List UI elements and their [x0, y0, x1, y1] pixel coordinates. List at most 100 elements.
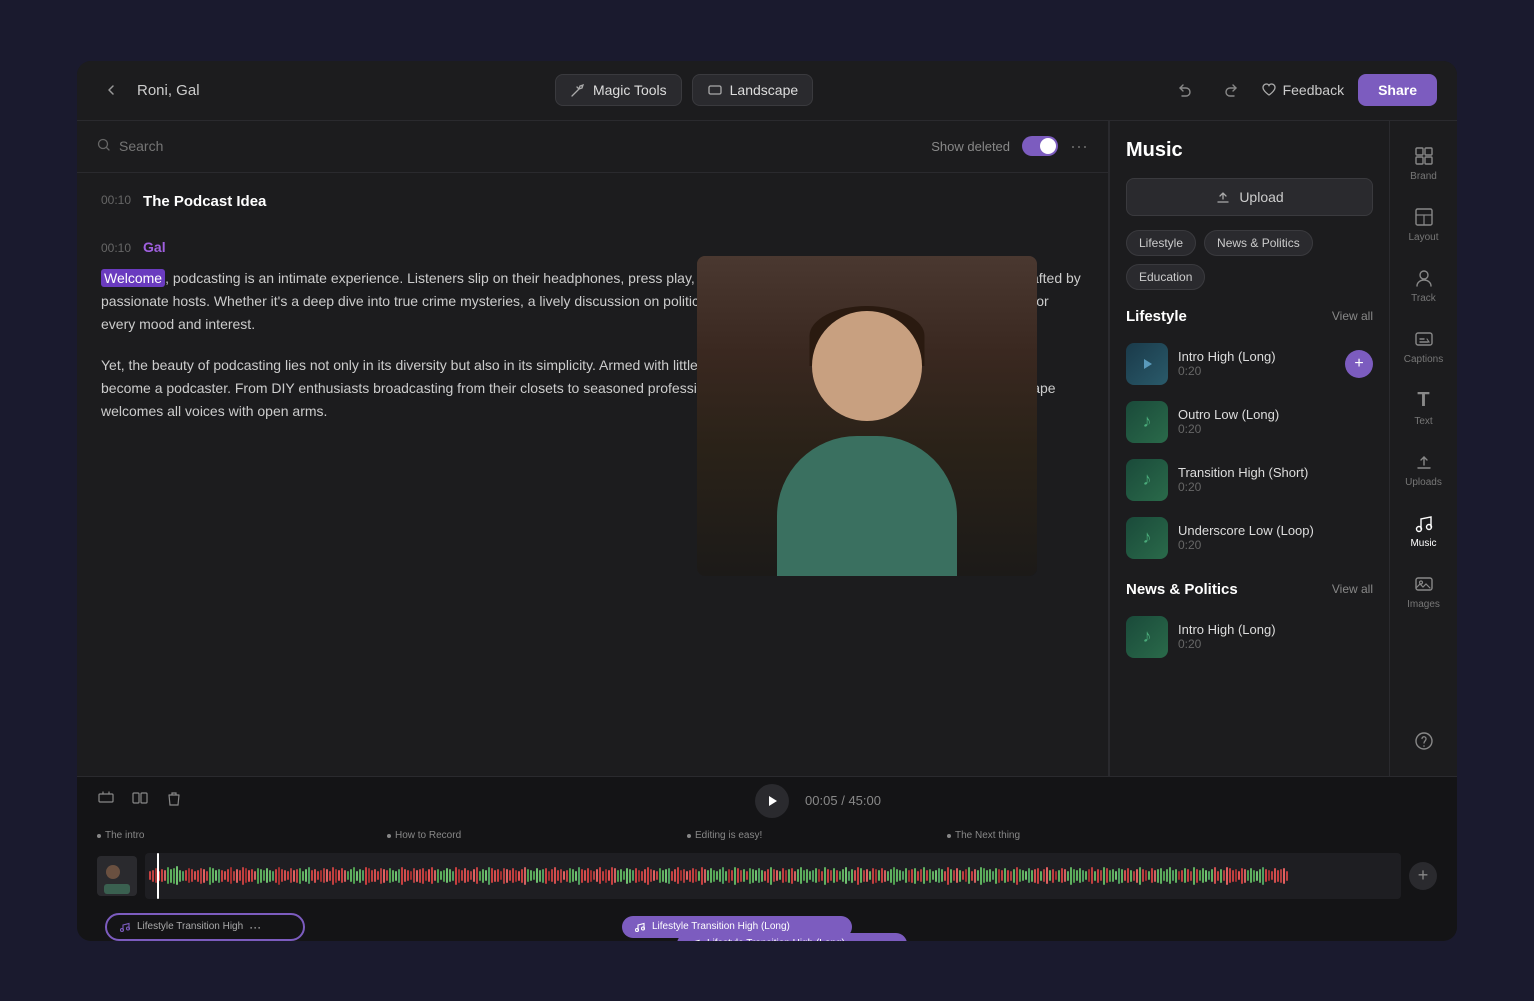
- layout-label: Layout: [1408, 232, 1438, 243]
- text-label: Text: [1414, 416, 1432, 427]
- chip-filled-2-label: Lifestyle Transition High (Long): [707, 938, 845, 941]
- news-view-all-button[interactable]: View all: [1332, 582, 1373, 596]
- share-label: Share: [1378, 82, 1417, 98]
- music-chip-filled-2[interactable]: Lifestyle Transition High (Long): [677, 933, 907, 941]
- sidebar-item-images[interactable]: Images: [1396, 563, 1452, 620]
- redo-button[interactable]: [1215, 74, 1247, 106]
- add-track-1-button[interactable]: +: [1345, 350, 1373, 378]
- chapter-label-2: Editing is easy!: [695, 830, 762, 841]
- music-track-1[interactable]: Intro High (Long) 0:20 +: [1126, 335, 1373, 393]
- track-duration-news-1: 0:20: [1178, 637, 1373, 651]
- feedback-button[interactable]: Feedback: [1261, 82, 1344, 98]
- chapter-dot-1: [387, 834, 391, 838]
- waveform-canvas[interactable]: (function(){ const colors = ['#c84040','…: [145, 853, 1401, 899]
- uploads-label: Uploads: [1405, 477, 1442, 488]
- show-deleted-toggle[interactable]: [1022, 136, 1058, 156]
- transcript-toolbar: Show deleted ···: [77, 121, 1108, 173]
- music-note-icon-2: ♪: [1143, 411, 1152, 432]
- chapter-marker-2: Editing is easy!: [687, 830, 762, 841]
- lifestyle-view-all-button[interactable]: View all: [1332, 309, 1373, 323]
- current-time: 00:05: [805, 793, 838, 808]
- sidebar-item-help[interactable]: [1396, 720, 1452, 762]
- undo-button[interactable]: [1169, 74, 1201, 106]
- music-note-icon-4: ♪: [1143, 527, 1152, 548]
- timeline-area: 00:05 / 45:00 The intro How to Record Ed…: [77, 776, 1457, 941]
- music-track-2[interactable]: ♪ Outro Low (Long) 0:20: [1126, 393, 1373, 451]
- music-note-icon-3: ♪: [1143, 469, 1152, 490]
- search-input[interactable]: [119, 138, 317, 154]
- magic-wand-icon: [570, 82, 586, 98]
- video-inner: [697, 256, 1037, 576]
- total-time: 45:00: [848, 793, 881, 808]
- track-name-4: Underscore Low (Loop): [1178, 523, 1373, 538]
- help-icon: [1413, 730, 1435, 752]
- transcript-time-1: 00:10: [101, 193, 131, 207]
- waveform-thumbnail: [97, 856, 137, 896]
- text-icon: T: [1417, 389, 1429, 412]
- music-note-icon-news-1: ♪: [1143, 626, 1152, 647]
- waveform-bars: (function(){ const colors = ['#c84040','…: [145, 853, 1401, 899]
- share-button[interactable]: Share: [1358, 74, 1437, 106]
- sidebar-item-brand[interactable]: Brand: [1396, 135, 1452, 192]
- layout-icon: [1413, 206, 1435, 228]
- thumbnail-image: [99, 858, 135, 894]
- magic-tools-button[interactable]: Magic Tools: [555, 74, 682, 106]
- video-preview: [697, 256, 1037, 576]
- uploads-icon: [1413, 451, 1435, 473]
- split-button[interactable]: [131, 789, 149, 812]
- music-label: Music: [1410, 538, 1436, 549]
- upload-icon: [1215, 189, 1231, 205]
- show-deleted-label: Show deleted: [931, 139, 1010, 154]
- delete-button[interactable]: [165, 789, 183, 812]
- landscape-button[interactable]: Landscape: [692, 74, 814, 106]
- genre-tab-news[interactable]: News & Politics: [1204, 230, 1313, 256]
- search-icon: [97, 138, 111, 155]
- project-title: Roni, Gal: [137, 82, 200, 99]
- music-chip-icon: [119, 921, 131, 933]
- more-options-button[interactable]: ···: [1070, 136, 1088, 157]
- music-panel-title: Music: [1126, 139, 1373, 162]
- sidebar-item-layout[interactable]: Layout: [1396, 196, 1452, 253]
- back-button[interactable]: [97, 76, 125, 104]
- chapter-dot-3: [947, 834, 951, 838]
- genre-tab-education[interactable]: Education: [1126, 264, 1205, 290]
- person-body: [777, 436, 957, 576]
- chapter-dot-2: [687, 834, 691, 838]
- lifestyle-section-header: Lifestyle View all: [1126, 308, 1373, 325]
- images-icon: [1413, 573, 1435, 595]
- track-info-2: Outro Low (Long) 0:20: [1178, 407, 1373, 436]
- clip-icon-button[interactable]: [97, 789, 115, 812]
- add-track-button[interactable]: +: [1409, 862, 1437, 890]
- track-thumb-3: ♪: [1126, 459, 1168, 501]
- music-track-3[interactable]: ♪ Transition High (Short) 0:20: [1126, 451, 1373, 509]
- music-icon: [1413, 512, 1435, 534]
- chip-filled-1-label: Lifestyle Transition High (Long): [652, 921, 790, 932]
- music-chip-outline[interactable]: Lifestyle Transition High ···: [105, 913, 305, 941]
- transcript-speaker: Gal: [143, 239, 166, 255]
- highlight-word: Welcome: [101, 269, 165, 287]
- sidebar-item-captions[interactable]: Captions: [1396, 318, 1452, 375]
- upload-label: Upload: [1239, 189, 1283, 205]
- music-track-4[interactable]: ♪ Underscore Low (Loop) 0:20: [1126, 509, 1373, 567]
- track-info-4: Underscore Low (Loop) 0:20: [1178, 523, 1373, 552]
- sidebar-item-uploads[interactable]: Uploads: [1396, 441, 1452, 498]
- waveform-playhead: [157, 853, 159, 899]
- genre-tab-lifestyle[interactable]: Lifestyle: [1126, 230, 1196, 256]
- music-track-news-1[interactable]: ♪ Intro High (Long) 0:20: [1126, 608, 1373, 666]
- search-box: [97, 138, 317, 155]
- upload-button[interactable]: Upload: [1126, 178, 1373, 216]
- chapter-marker-1: How to Record: [387, 830, 461, 841]
- music-panel: Music Upload Lifestyle News & Politics E…: [1109, 121, 1389, 776]
- sidebar-item-track[interactable]: Track: [1396, 257, 1452, 314]
- track-label: Track: [1411, 293, 1436, 304]
- chapter-marker-0: The intro: [97, 830, 144, 841]
- header-center: Magic Tools Landscape: [212, 74, 1157, 106]
- track-name-3: Transition High (Short): [1178, 465, 1373, 480]
- playback-time: 00:05 / 45:00: [805, 793, 881, 808]
- play-button[interactable]: [755, 784, 789, 818]
- header: Roni, Gal Magic Tools Landscape: [77, 61, 1457, 121]
- sidebar-item-text[interactable]: T Text: [1396, 379, 1452, 437]
- track-duration-4: 0:20: [1178, 538, 1373, 552]
- sidebar-item-music[interactable]: Music: [1396, 502, 1452, 559]
- brand-label: Brand: [1410, 171, 1437, 182]
